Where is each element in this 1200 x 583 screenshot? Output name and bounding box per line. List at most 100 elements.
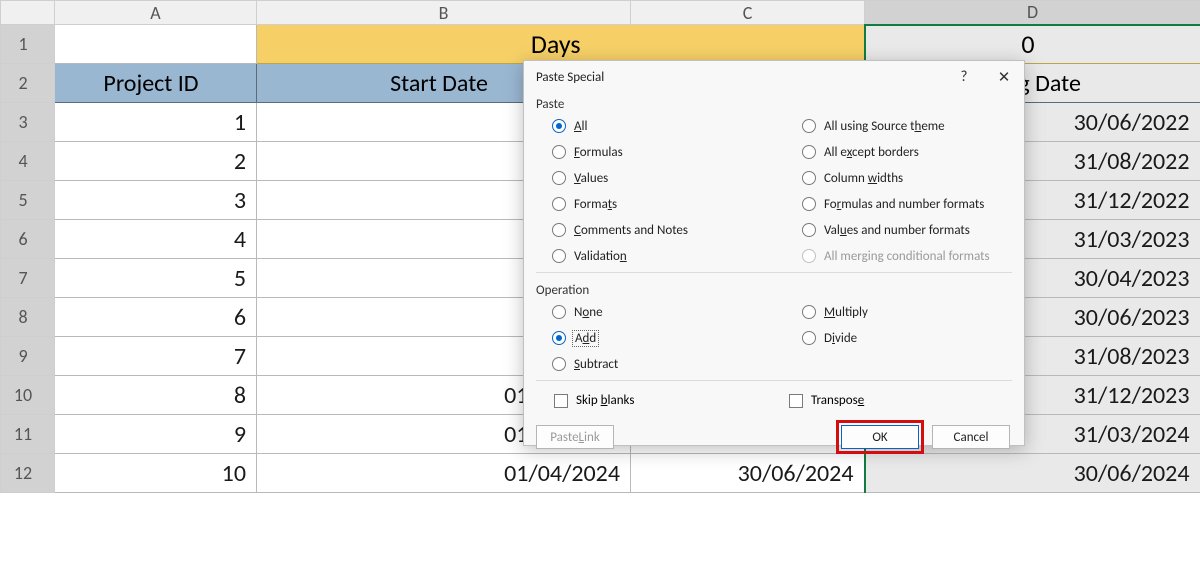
paste-option[interactable]: Formulas [552, 142, 802, 162]
radio-icon [552, 171, 566, 185]
checkboxes: Skip blanks Transpose [524, 387, 1024, 420]
cell-id[interactable]: 8 [55, 376, 257, 415]
paste-option[interactable]: All using Source theme [802, 116, 990, 136]
operation-option[interactable]: Add [552, 328, 802, 348]
radio-icon [552, 145, 566, 159]
paste-option[interactable]: All except borders [802, 142, 990, 162]
ok-button[interactable]: OK [841, 425, 919, 449]
row-header[interactable]: 5 [1, 181, 55, 220]
cell-id[interactable]: 2 [55, 142, 257, 181]
row-header[interactable]: 2 [1, 64, 55, 103]
radio-icon [802, 223, 816, 237]
row-header[interactable]: 12 [1, 454, 55, 493]
paste-link-button[interactable]: Paste Link [536, 425, 614, 449]
radio-icon [552, 331, 566, 345]
dialog-titlebar: Paste Special ? ✕ [524, 61, 1024, 93]
select-all-corner[interactable] [1, 1, 55, 25]
radio-label: All except borders [824, 145, 919, 160]
operation-radios: None Add Subtract Multiply Divide [524, 302, 1024, 374]
radio-label: All merging conditional formats [824, 249, 990, 264]
col-header-b[interactable]: B [257, 1, 631, 25]
operation-option[interactable]: Multiply [802, 302, 868, 322]
operation-option[interactable]: Divide [802, 328, 868, 348]
cell-id[interactable]: 10 [55, 454, 257, 493]
skip-blanks-label: Skip blanks [576, 393, 634, 408]
radio-label: Formulas [574, 145, 623, 160]
cell-id[interactable]: 4 [55, 220, 257, 259]
radio-label: Subtract [574, 357, 618, 372]
radio-label: All [574, 119, 588, 134]
row-header[interactable]: 8 [1, 298, 55, 337]
cell-id[interactable]: 7 [55, 337, 257, 376]
radio-label: None [574, 305, 603, 320]
transpose-check[interactable]: Transpose [789, 393, 864, 408]
col-header-d[interactable]: D [865, 1, 1200, 25]
radio-label: All using Source theme [824, 119, 945, 134]
row-header[interactable]: 11 [1, 415, 55, 454]
title-text: Days [531, 28, 581, 60]
radio-label: Column widths [824, 171, 903, 186]
radio-icon [802, 305, 816, 319]
operation-option[interactable]: None [552, 302, 802, 322]
ok-highlight: OK [836, 420, 924, 454]
cell-id[interactable]: 9 [55, 415, 257, 454]
radio-label: Values [574, 171, 608, 186]
dialog-title: Paste Special [536, 70, 944, 85]
checkbox-icon [789, 394, 803, 408]
help-button[interactable]: ? [944, 63, 984, 91]
paste-radios: All Formulas Values Formats Comments and Not… [524, 116, 1024, 266]
divider [536, 380, 1012, 381]
paste-option[interactable]: Values [552, 168, 802, 188]
cell-id[interactable]: 6 [55, 298, 257, 337]
paste-option[interactable]: Column widths [802, 168, 990, 188]
cell-id[interactable]: 5 [55, 259, 257, 298]
cell-a1[interactable] [55, 25, 257, 64]
dialog-buttons: Paste Link OK Cancel [524, 420, 1024, 466]
radio-label: Multiply [824, 305, 868, 320]
radio-label: Validation [574, 249, 627, 264]
radio-icon [802, 145, 816, 159]
radio-icon [552, 305, 566, 319]
radio-label: Formulas and number formats [824, 197, 984, 212]
title-merged[interactable]: Days [257, 25, 865, 64]
checkbox-icon [554, 394, 568, 408]
row-header[interactable]: 4 [1, 142, 55, 181]
paste-option[interactable]: Formulas and number formats [802, 194, 990, 214]
radio-icon [552, 223, 566, 237]
radio-icon [802, 249, 816, 263]
transpose-label: Transpose [811, 393, 864, 408]
row-header[interactable]: 9 [1, 337, 55, 376]
radio-icon [552, 197, 566, 211]
title-row: 1 Days 0 [1, 25, 1200, 64]
radio-label: Formats [574, 197, 617, 212]
cell-d1[interactable]: 0 [865, 25, 1200, 64]
radio-label: Add [575, 331, 596, 346]
divider [536, 272, 1012, 273]
operation-option[interactable]: Subtract [552, 354, 802, 374]
paste-option[interactable]: Values and number formats [802, 220, 990, 240]
row-header[interactable]: 1 [1, 25, 55, 64]
paste-option[interactable]: All [552, 116, 802, 136]
cancel-button[interactable]: Cancel [932, 425, 1010, 449]
close-button[interactable]: ✕ [984, 63, 1024, 91]
operation-group-label: Operation [524, 279, 1024, 302]
header-a[interactable]: Project ID [55, 64, 257, 103]
row-header[interactable]: 10 [1, 376, 55, 415]
column-header-row: A B C D [1, 1, 1200, 25]
row-header[interactable]: 7 [1, 259, 55, 298]
cell-id[interactable]: 3 [55, 181, 257, 220]
radio-icon [552, 249, 566, 263]
radio-label: Values and number formats [824, 223, 970, 238]
paste-option[interactable]: Validation [552, 246, 802, 266]
row-header[interactable]: 3 [1, 103, 55, 142]
skip-blanks-check[interactable]: Skip blanks [554, 393, 634, 408]
row-header[interactable]: 6 [1, 220, 55, 259]
radio-icon [802, 331, 816, 345]
paste-option[interactable]: Comments and Notes [552, 220, 802, 240]
paste-option: All merging conditional formats [802, 246, 990, 266]
paste-option[interactable]: Formats [552, 194, 802, 214]
radio-icon [802, 119, 816, 133]
col-header-a[interactable]: A [55, 1, 257, 25]
cell-id[interactable]: 1 [55, 103, 257, 142]
col-header-c[interactable]: C [631, 1, 865, 25]
